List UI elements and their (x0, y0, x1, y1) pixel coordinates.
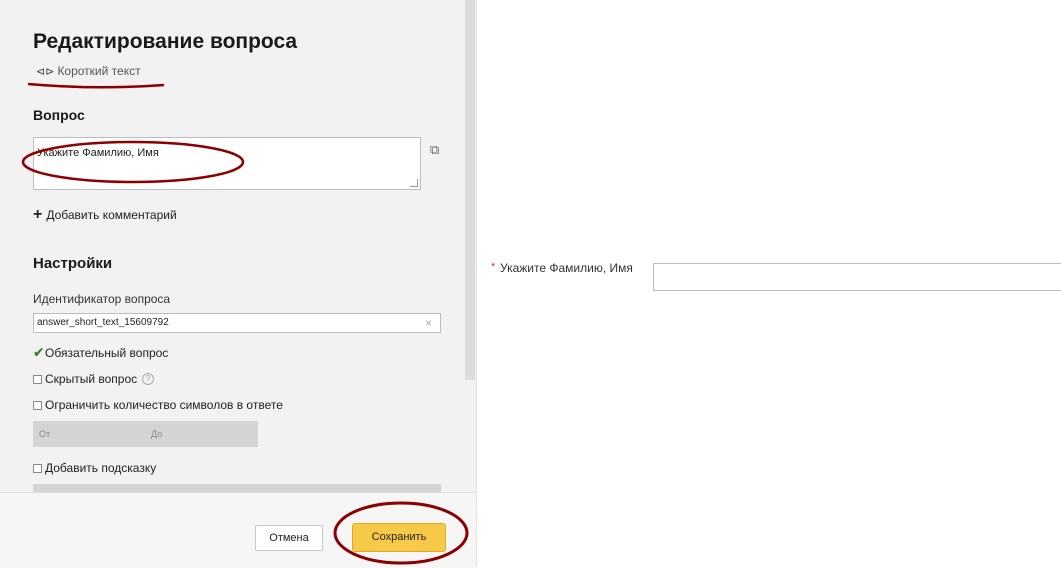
checkmark-icon: ✔ (33, 344, 45, 361)
editor-title: Редактирование вопроса (33, 30, 298, 53)
limit-checkbox[interactable] (33, 400, 42, 410)
limit-label: Ограничить количество символов в ответе (45, 398, 283, 412)
editor-footer: Отмена Сохранить (0, 492, 476, 568)
range-from-input[interactable]: От (39, 429, 50, 439)
add-comment-button[interactable]: + Добавить комментарий (33, 206, 177, 223)
question-editor-panel: Редактирование вопроса ⊲⊳ Короткий текст… (0, 0, 477, 568)
settings-heading: Настройки (33, 255, 113, 272)
hint-label: Добавить подсказку (45, 461, 157, 475)
clear-icon[interactable]: × (425, 316, 432, 330)
editor-scroll-area: Редактирование вопроса ⊲⊳ Короткий текст… (0, 0, 463, 492)
required-star: * (491, 261, 496, 273)
question-textarea[interactable]: Укажите Фамилию, Имя (33, 137, 421, 190)
hidden-checkbox-row[interactable]: Скрытый вопрос ? (33, 372, 155, 386)
hint-input (33, 484, 441, 492)
save-button[interactable]: Сохранить (352, 523, 446, 552)
preview-answer-input[interactable] (653, 263, 1061, 291)
required-label: Обязательный вопрос (45, 346, 169, 360)
preview-question-label: Укажите Фамилию, Имя (500, 261, 633, 275)
hidden-checkbox[interactable] (33, 374, 42, 384)
plus-icon: + (33, 206, 43, 223)
range-to-input[interactable]: До (151, 429, 162, 439)
scrollbar[interactable] (465, 0, 475, 380)
annotation-underline (27, 82, 165, 89)
hidden-label: Скрытый вопрос (45, 372, 138, 386)
question-heading: Вопрос (33, 107, 85, 123)
question-type: ⊲⊳ Короткий текст (36, 64, 141, 78)
question-id-value: answer_short_text_15609792 (37, 317, 169, 328)
add-image-icon[interactable]: ⧉ (430, 144, 444, 158)
cancel-button[interactable]: Отмена (255, 525, 323, 551)
char-range-inputs: От До (33, 421, 258, 447)
add-comment-label: Добавить комментарий (46, 208, 177, 222)
required-checkbox-row[interactable]: ✔ Обязательный вопрос (33, 345, 169, 361)
limit-checkbox-row[interactable]: Ограничить количество символов в ответе (33, 398, 283, 412)
hint-checkbox-row[interactable]: Добавить подсказку (33, 461, 156, 475)
help-icon[interactable]: ? (142, 373, 155, 385)
resize-grip-icon[interactable] (410, 179, 418, 187)
question-type-label: Короткий текст (57, 64, 141, 78)
short-text-icon: ⊲⊳ (36, 64, 55, 78)
question-text: Укажите Фамилию, Имя (37, 147, 159, 159)
required-checkbox[interactable]: ✔ (33, 345, 45, 361)
hint-checkbox[interactable] (33, 463, 42, 473)
question-id-input[interactable]: answer_short_text_15609792 × (33, 313, 441, 333)
id-label: Идентификатор вопроса (33, 292, 171, 306)
